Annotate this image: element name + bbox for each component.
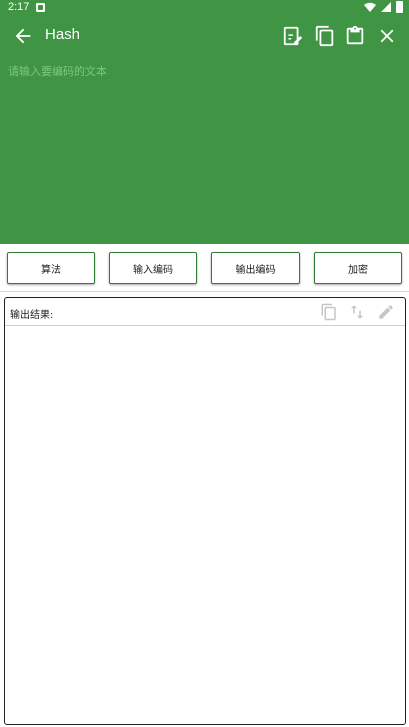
close-icon[interactable] <box>376 25 398 47</box>
output-encoding-button[interactable]: 输出编码 <box>211 252 300 284</box>
output-label: 输出结果: <box>10 310 54 321</box>
notification-icon <box>36 3 45 12</box>
page-title: Hash <box>45 26 81 43</box>
signal-icon <box>381 2 391 12</box>
clipboard-icon[interactable] <box>344 25 366 47</box>
output-panel: 输出结果: <box>4 297 406 725</box>
swap-icon[interactable] <box>348 303 366 321</box>
button-row: 算法 输入编码 输出编码 加密 <box>0 252 409 284</box>
app-bar: Hash <box>0 16 409 56</box>
encrypt-button[interactable]: 加密 <box>314 252 402 284</box>
status-indicators <box>364 1 403 13</box>
algorithm-button[interactable]: 算法 <box>7 252 95 284</box>
edit-icon[interactable] <box>377 303 395 321</box>
status-time: 2:17 <box>8 1 30 13</box>
status-bar: 2:17 <box>0 0 409 16</box>
copy-icon[interactable] <box>320 303 338 321</box>
text-input[interactable] <box>0 56 409 244</box>
input-encoding-button[interactable]: 输入编码 <box>109 252 197 284</box>
wifi-icon <box>364 2 376 12</box>
input-area <box>0 56 409 244</box>
output-text[interactable] <box>5 326 405 723</box>
divider <box>0 291 409 292</box>
battery-icon <box>396 1 403 13</box>
edit-note-icon[interactable] <box>282 25 304 47</box>
copy-icon[interactable] <box>314 25 336 47</box>
back-icon[interactable] <box>12 25 34 47</box>
output-header: 输出结果: <box>5 298 405 326</box>
